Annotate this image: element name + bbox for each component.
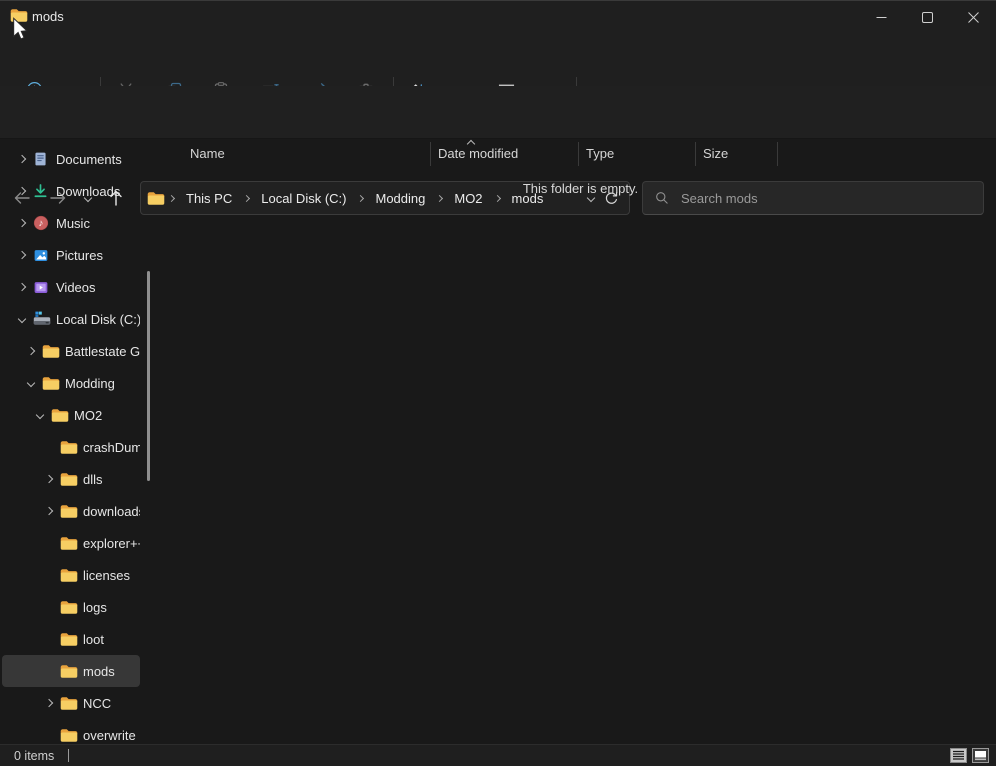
column-header-type[interactable]: Type [586,146,614,161]
sidebar-item-ncc[interactable]: NCC [2,687,140,719]
pictures-icon [33,248,51,263]
thumbnails-view-icon [972,748,989,763]
chevron-down-icon[interactable] [34,412,46,418]
sidebar-item-mods[interactable]: mods [2,655,140,687]
sidebar-item-label: Battlestate Ga [65,344,140,359]
empty-folder-message: This folder is empty. [165,181,996,196]
folder-icon [60,472,78,487]
sidebar-item-label: mods [83,664,115,679]
column-separator[interactable] [578,142,579,166]
sidebar-item-crashdump[interactable]: crashDump [2,431,140,463]
sidebar-item-mo2[interactable]: MO2 [2,399,140,431]
sidebar-item-dlls[interactable]: dlls [2,463,140,495]
sidebar-item-documents[interactable]: Documents [2,143,140,175]
chevron-right-icon[interactable] [16,188,28,194]
documents-icon [33,151,51,167]
folder-icon [60,632,78,647]
column-header-name[interactable]: Name [190,146,225,161]
close-button[interactable] [950,1,996,33]
file-explorer-window: mods New [0,0,996,766]
sidebar-item-label: Music [56,216,90,231]
chevron-right-icon[interactable] [43,700,55,706]
videos-icon [33,280,51,295]
sidebar-item-loot[interactable]: loot [2,623,140,655]
sidebar-item-label: loot [83,632,104,647]
folder-icon [42,344,60,359]
sidebar-item-label: downloads [83,504,140,519]
window-title: mods [32,9,64,24]
sidebar-item-music[interactable]: ♪ Music [2,207,140,239]
sidebar-item-label: MO2 [74,408,102,423]
folder-icon [60,696,78,711]
sidebar-item-overwrite[interactable]: overwrite [2,719,140,745]
status-bar: 0 items [0,744,996,766]
column-separator[interactable] [695,142,696,166]
chevron-right-icon[interactable] [43,476,55,482]
column-separator[interactable] [430,142,431,166]
sidebar-item-label: licenses [83,568,130,583]
sidebar-item-label: Downloads [56,184,120,199]
sidebar-item-label: dlls [83,472,103,487]
folder-icon [60,536,78,551]
folder-icon [60,728,78,743]
chevron-right-icon[interactable] [16,220,28,226]
sidebar-item-downloads[interactable]: downloads [2,495,140,527]
address-row: This PCLocal Disk (C:)ModdingMO2mods [0,86,996,139]
sidebar-item-local-disk-c-[interactable]: Local Disk (C:) [2,303,140,335]
chevron-down-icon[interactable] [16,316,28,322]
downloads-icon [33,183,51,199]
sidebar-item-licenses[interactable]: licenses [2,559,140,591]
chevron-right-icon[interactable] [16,156,28,162]
column-header-size[interactable]: Size [703,146,728,161]
minimize-button[interactable] [858,1,904,33]
folder-icon [60,504,78,519]
folder-icon [60,568,78,583]
svg-text:♪: ♪ [39,218,44,229]
folder-icon [60,440,78,455]
sidebar-item-label: Documents [56,152,122,167]
sidebar-item-label: Videos [56,280,96,295]
chevron-right-icon[interactable] [16,284,28,290]
details-view-icon [950,748,967,763]
list-header: Name Date modified Type Size [165,139,996,169]
chevron-down-icon[interactable] [25,380,37,386]
large-thumbnails-view-toggle[interactable] [971,747,990,763]
sidebar-item-logs[interactable]: logs [2,591,140,623]
sidebar-scrollbar[interactable] [147,271,150,481]
chevron-right-icon[interactable] [43,508,55,514]
sidebar-item-label: overwrite [83,728,136,743]
music-icon: ♪ [33,215,51,231]
details-view-toggle[interactable] [949,747,968,763]
command-bar: New Sort [0,33,996,86]
maximize-button[interactable] [904,1,950,33]
sidebar-item-label: Local Disk (C:) [56,312,140,327]
column-separator[interactable] [777,142,778,166]
chevron-right-icon[interactable] [16,252,28,258]
sidebar-item-explorer-[interactable]: explorer++ [2,527,140,559]
disk-icon [33,311,51,327]
folder-icon [60,664,78,679]
folder-icon [42,376,60,391]
sidebar-item-label: crashDump [83,440,140,455]
titlebar[interactable]: mods [0,1,996,33]
folder-icon [147,191,165,206]
mouse-cursor [12,17,28,46]
column-header-date-modified[interactable]: Date modified [438,146,518,161]
sidebar-item-videos[interactable]: Videos [2,271,140,303]
sidebar-item-label: Pictures [56,248,103,263]
sidebar-item-battlestate-ga[interactable]: Battlestate Ga [2,335,140,367]
chevron-right-icon[interactable] [25,348,37,354]
folder-icon [51,408,69,423]
sidebar-tree: Documents Downloads ♪ Music Pictures Videos Lo… [0,143,148,745]
sidebar-item-label: explorer++ [83,536,140,551]
sidebar-item-modding[interactable]: Modding [2,367,140,399]
sidebar-item-label: Modding [65,376,115,391]
sidebar-item-label: NCC [83,696,111,711]
status-divider [68,749,69,762]
sidebar-item-downloads[interactable]: Downloads [2,175,140,207]
folder-icon [60,600,78,615]
item-count: 0 items [14,749,54,763]
sidebar-item-label: logs [83,600,107,615]
sidebar-item-pictures[interactable]: Pictures [2,239,140,271]
